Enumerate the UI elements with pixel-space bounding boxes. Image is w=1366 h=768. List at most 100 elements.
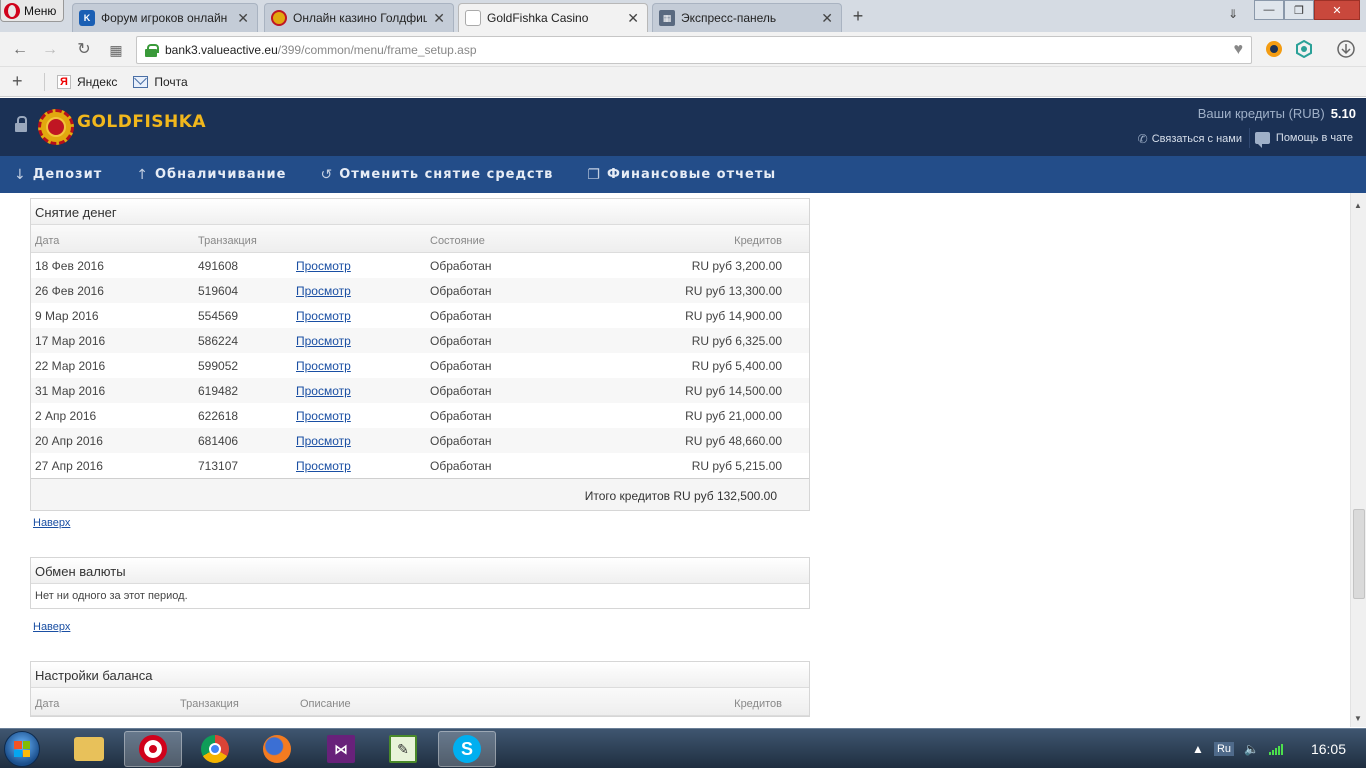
taskbar-visual-studio[interactable]: ⋈: [312, 731, 370, 767]
balance-column-header: Дата Транзакция Описание Кредитов: [31, 688, 809, 716]
maximize-button[interactable]: ❐: [1284, 0, 1314, 20]
opera-menu-button[interactable]: Меню: [0, 0, 64, 22]
view-link[interactable]: Просмотр: [296, 434, 351, 448]
cell-status: Обработан: [430, 384, 492, 398]
view-link[interactable]: Просмотр: [296, 309, 351, 323]
col-date: Дата: [35, 698, 60, 710]
view-link[interactable]: Просмотр: [296, 284, 351, 298]
tab-forum[interactable]: K Форум игроков онлайн каз ✕: [72, 3, 258, 32]
cell-date: 17 Мар 2016: [35, 334, 106, 348]
secure-lock-icon: [145, 43, 159, 57]
taskbar-opera[interactable]: [124, 731, 182, 767]
chrome-icon: [201, 735, 229, 763]
nav-deposit[interactable]: ↓ Депозит: [14, 167, 102, 183]
view-link[interactable]: Просмотр: [296, 409, 351, 423]
extension-icon[interactable]: [1264, 39, 1284, 59]
cell-credits: RU руб 3,200.00: [691, 259, 782, 273]
address-field[interactable]: bank3.valueactive.eu/399/common/menu/fra…: [136, 36, 1252, 64]
add-bookmark-icon[interactable]: +: [12, 71, 32, 92]
tab-menu-icon[interactable]: ⇓: [1228, 7, 1238, 21]
tab-express-panel[interactable]: ▦ Экспресс-панель ✕: [652, 3, 842, 32]
tab-label: Онлайн казино Голдфишка: [293, 11, 427, 25]
firefox-icon: [263, 735, 291, 763]
tab-goldfishka-online[interactable]: Онлайн казино Голдфишка ✕: [264, 3, 454, 32]
cell-status: Обработан: [430, 309, 492, 323]
withdrawals-panel: Снятие денег Дата Транзакция Состояние К…: [30, 198, 810, 511]
view-link[interactable]: Просмотр: [296, 259, 351, 273]
report-content: Снятие денег Дата Транзакция Состояние К…: [0, 193, 1350, 727]
bookmark-yandex[interactable]: Я Яндекс: [57, 74, 118, 89]
back-to-top-link[interactable]: Наверх: [33, 621, 70, 633]
tab-close-icon[interactable]: ✕: [433, 10, 445, 27]
view-link[interactable]: Просмотр: [296, 384, 351, 398]
vpn-extension-icon[interactable]: [1294, 39, 1314, 59]
page-scrollbar[interactable]: ▲ ▼: [1350, 193, 1366, 727]
speed-dial-grid-icon[interactable]: ▦: [106, 40, 126, 60]
secure-lock-icon: [15, 116, 27, 132]
network-signal-icon[interactable]: [1268, 743, 1283, 755]
balance-title: Настройки баланса: [31, 662, 809, 688]
nav-cancel-withdrawal[interactable]: ↺ Отменить снятие средств: [320, 167, 553, 183]
bookmark-label: Яндекс: [77, 74, 118, 89]
taskbar-skype[interactable]: S: [438, 731, 496, 767]
contact-us-link[interactable]: ✆ Связаться с нами: [1138, 132, 1242, 146]
cell-date: 9 Мар 2016: [35, 309, 99, 323]
table-row: 18 Фев 2016 491608 Просмотр Обработан RU руб…: [31, 253, 809, 278]
taskbar-firefox[interactable]: [248, 731, 306, 767]
cell-date: 18 Фев 2016: [35, 259, 104, 273]
taskbar-notepad[interactable]: ✎: [374, 731, 432, 767]
scroll-up-icon[interactable]: ▲: [1354, 201, 1362, 210]
cell-credits: RU руб 21,000.00: [685, 409, 782, 423]
col-transaction: Транзакция: [180, 698, 239, 710]
nav-cashout[interactable]: ↑ Обналичивание: [136, 167, 286, 183]
tab-close-icon[interactable]: ✕: [237, 10, 249, 27]
language-indicator[interactable]: Ru: [1213, 742, 1234, 756]
downloads-icon[interactable]: [1336, 39, 1356, 59]
back-to-top-link[interactable]: Наверх: [33, 517, 70, 529]
cell-status: Обработан: [430, 459, 492, 473]
forward-icon[interactable]: →: [40, 40, 60, 60]
credits-balance: Ваши кредиты (RUB) 5.10: [1198, 106, 1356, 121]
reload-icon[interactable]: ↻: [74, 40, 94, 60]
volume-icon[interactable]: 🔈: [1244, 742, 1259, 756]
cell-transaction: 554569: [198, 309, 239, 323]
back-icon[interactable]: ←: [10, 40, 30, 60]
start-button[interactable]: [4, 731, 40, 767]
table-row: 22 Мар 2016 599052 Просмотр Обработан RU руб…: [31, 353, 809, 378]
withdrawals-rows: 18 Фев 2016 491608 Просмотр Обработан RU руб…: [31, 253, 809, 478]
view-link[interactable]: Просмотр: [296, 359, 351, 373]
exchange-panel: Обмен валюты Нет ни одного за этот перио…: [30, 557, 810, 609]
scrollbar-thumb[interactable]: [1353, 509, 1365, 599]
goldfishka-favicon-icon: [271, 10, 287, 26]
windows-taskbar: ⋈ ✎ S ▲ Ru 🔈 16:05: [0, 728, 1366, 768]
nav-financial-reports[interactable]: ❐ Финансовые отчеты: [587, 167, 776, 183]
browser-tab-bar: Меню K Форум игроков онлайн каз ✕ Онлайн…: [0, 0, 1366, 32]
taskbar-chrome[interactable]: [186, 731, 244, 767]
phone-icon: ✆: [1137, 132, 1148, 146]
minimize-button[interactable]: —: [1254, 0, 1284, 20]
live-chat-link[interactable]: Помощь в чате: [1254, 132, 1353, 148]
bookmark-heart-icon[interactable]: ♥: [1234, 41, 1244, 59]
cell-credits: RU руб 13,300.00: [685, 284, 782, 298]
withdrawals-column-header: Дата Транзакция Состояние Кредитов: [31, 225, 809, 253]
cell-status: Обработан: [430, 259, 492, 273]
close-window-button[interactable]: ✕: [1314, 0, 1360, 20]
bookmarks-bar: + Я Яндекс Почта: [0, 67, 1366, 97]
taskbar-explorer[interactable]: [60, 731, 118, 767]
show-hidden-icons-icon[interactable]: ▲: [1192, 742, 1204, 756]
scroll-down-icon[interactable]: ▼: [1354, 714, 1362, 723]
table-row: 26 Фев 2016 519604 Просмотр Обработан RU руб…: [31, 278, 809, 303]
tab-close-icon[interactable]: ✕: [627, 10, 639, 27]
tab-label: GoldFishka Casino: [487, 11, 589, 25]
credits-value: 5.10: [1330, 106, 1356, 121]
clock[interactable]: 16:05: [1311, 741, 1346, 757]
nav-label: Обналичивание: [154, 167, 287, 182]
forum-favicon-icon: K: [79, 10, 95, 26]
bookmark-mail[interactable]: Почта: [133, 75, 188, 89]
view-link[interactable]: Просмотр: [296, 334, 351, 348]
mail-icon: [133, 75, 149, 88]
view-link[interactable]: Просмотр: [296, 459, 351, 473]
tab-goldfishka-casino[interactable]: GoldFishka Casino ✕: [458, 3, 648, 32]
new-tab-button[interactable]: +: [848, 6, 868, 26]
tab-close-icon[interactable]: ✕: [821, 10, 833, 27]
